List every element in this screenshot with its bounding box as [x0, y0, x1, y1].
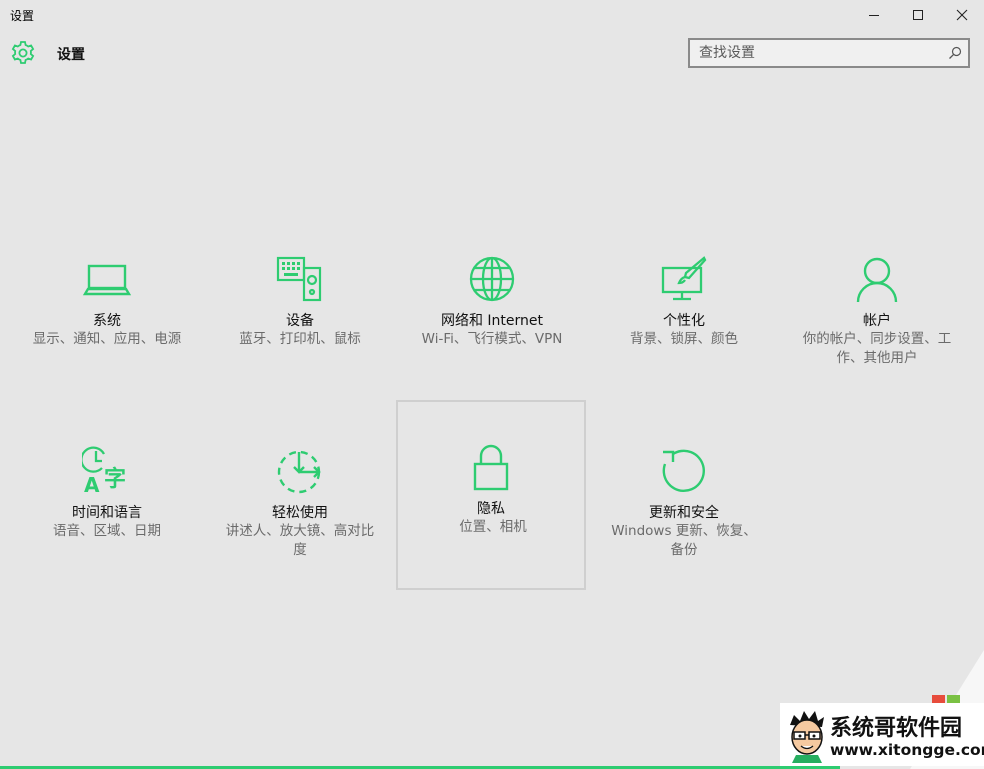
tile-desc: 你的帐户、同步设置、工作、其他用户 [802, 331, 952, 366]
ease-of-access-icon [277, 450, 321, 494]
title-bar: 设置 [0, 0, 984, 30]
tile-time-language[interactable]: A 字 时间和语言 语音、区域、日期 [12, 402, 202, 592]
svg-text:A: A [84, 473, 100, 496]
tile-desc: 蓝牙、打印机、鼠标 [239, 331, 361, 347]
watermark-url: www.xitongge.com [830, 741, 984, 759]
maximize-icon [913, 10, 923, 20]
tile-desc: 讲述人、放大镜、高对比度 [225, 523, 375, 558]
search-input[interactable] [690, 40, 949, 66]
tile-desc: Wi-Fi、飞行模式、VPN [421, 331, 563, 347]
personalization-icon [661, 256, 707, 301]
globe-icon [469, 256, 515, 302]
minimize-icon [869, 15, 879, 16]
watermark-badge: 系统哥软件园 www.xitongge.com [780, 703, 984, 766]
person-icon [856, 257, 898, 303]
search-icon[interactable] [948, 46, 962, 60]
maximize-button[interactable] [895, 0, 941, 30]
page-title: 设置 [57, 47, 85, 63]
tile-desc: 语音、区域、日期 [53, 523, 161, 539]
tile-desc: 位置、相机 [459, 519, 527, 535]
devices-icon [276, 256, 322, 302]
time-language-icon: A 字 [82, 446, 126, 496]
tile-label: 帐户 [863, 313, 891, 329]
tile-accounts[interactable]: 帐户 你的帐户、同步设置、工作、其他用户 [782, 210, 972, 400]
tile-system[interactable]: 系统 显示、通知、应用、电源 [12, 210, 202, 400]
close-icon [956, 9, 968, 21]
tile-label: 个性化 [663, 313, 705, 329]
lock-icon [473, 444, 509, 491]
tile-label: 系统 [93, 313, 121, 329]
tile-label: 网络和 Internet [440, 313, 544, 329]
minimize-button[interactable] [851, 0, 897, 30]
tile-privacy[interactable]: 隐私 位置、相机 [396, 400, 586, 590]
tile-desc: 显示、通知、应用、电源 [32, 331, 182, 347]
tile-label: 隐私 [477, 501, 505, 517]
tile-label: 更新和安全 [649, 505, 719, 521]
tile-network[interactable]: 网络和 Internet Wi-Fi、飞行模式、VPN [397, 210, 587, 400]
update-icon [662, 449, 705, 492]
tile-label: 轻松使用 [272, 505, 328, 521]
cartoon-face-icon [790, 711, 824, 763]
watermark-title: 系统哥软件园 [830, 716, 963, 741]
tile-desc: 背景、锁屏、颜色 [630, 331, 738, 347]
laptop-icon [82, 264, 132, 296]
tile-update-security[interactable]: 更新和安全 Windows 更新、恢复、备份 [589, 402, 779, 592]
tile-label: 设备 [286, 313, 314, 329]
tile-ease-of-access[interactable]: 轻松使用 讲述人、放大镜、高对比度 [205, 402, 395, 592]
tile-devices[interactable]: 设备 蓝牙、打印机、鼠标 [205, 210, 395, 400]
svg-text:字: 字 [104, 466, 126, 492]
gear-icon [11, 41, 35, 64]
tile-label: 时间和语言 [72, 505, 142, 521]
window-title: 设置 [10, 9, 35, 23]
tile-personalization[interactable]: 个性化 背景、锁屏、颜色 [589, 210, 779, 400]
search-box[interactable] [688, 38, 970, 68]
tile-desc: Windows 更新、恢复、备份 [611, 523, 757, 558]
close-button[interactable] [939, 0, 984, 30]
